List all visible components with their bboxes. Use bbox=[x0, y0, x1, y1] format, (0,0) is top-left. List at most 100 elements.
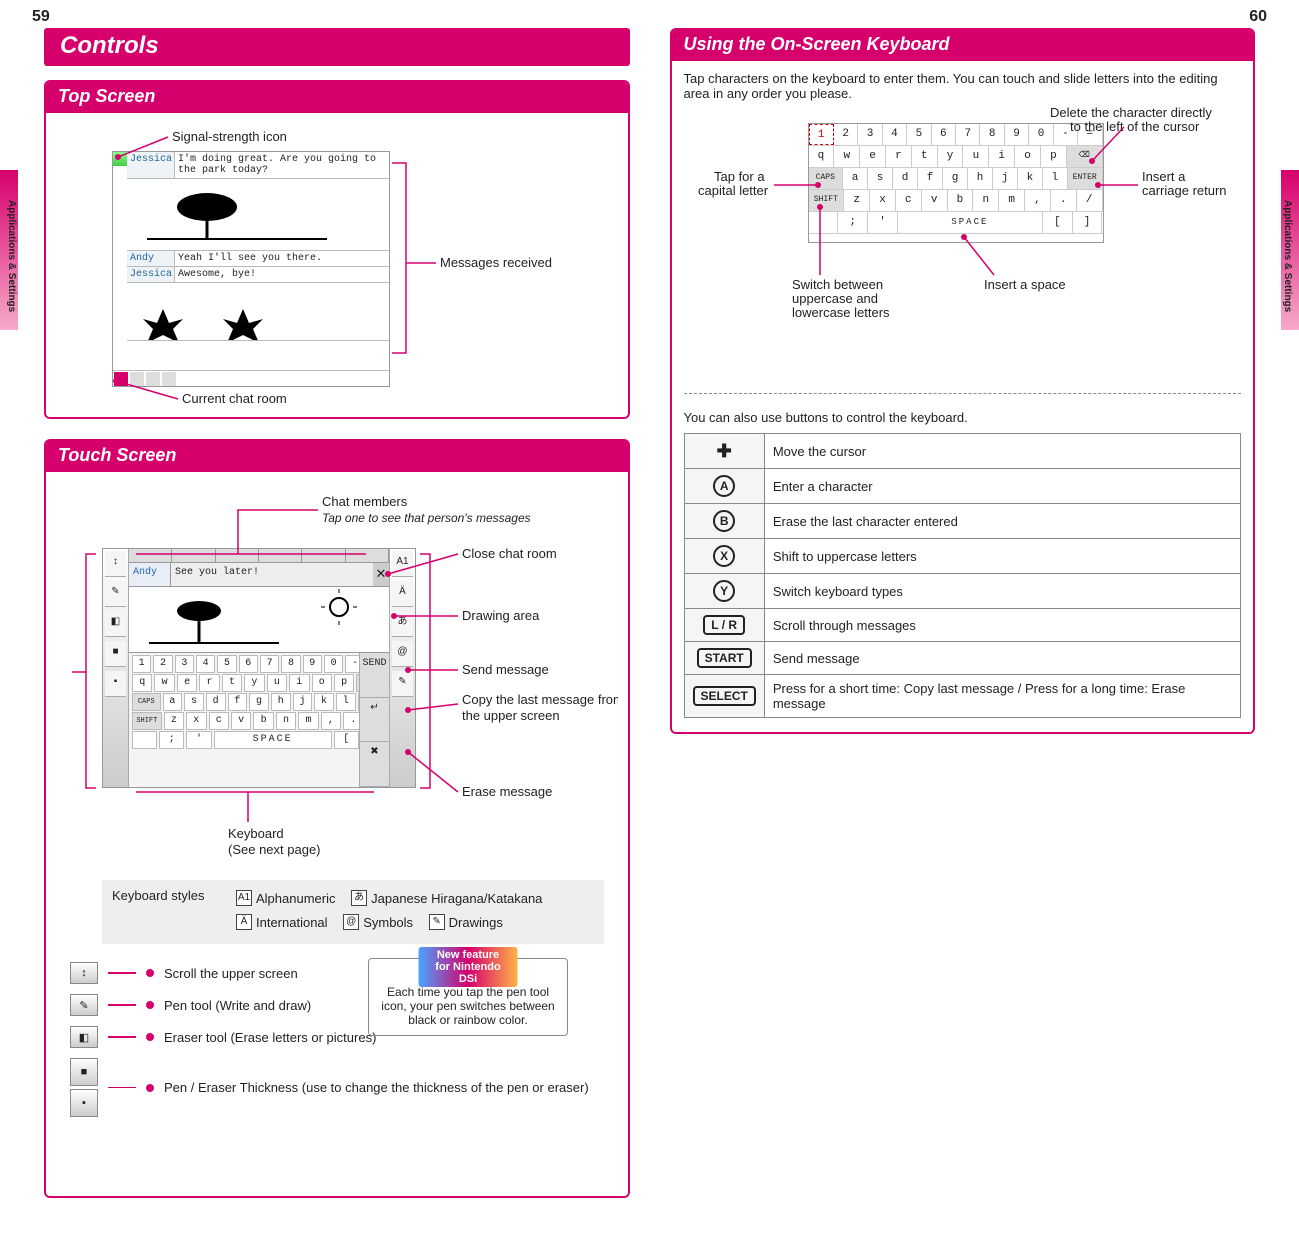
msg3-text: Awesome, bye! bbox=[175, 267, 389, 282]
dpad-icon: ✚ bbox=[713, 440, 735, 462]
osk-panel: Using the On-Screen Keyboard Tap charact… bbox=[670, 28, 1256, 734]
page-number-right: 60 bbox=[1249, 8, 1267, 26]
kbd-style-sym-icon: @ bbox=[392, 641, 413, 667]
button-controls-table: ✚ Move the cursor A Enter a characterBErase… bbox=[684, 433, 1242, 718]
style-draw-icon: ✎ bbox=[429, 914, 445, 930]
pen-tool-icon: ✎ bbox=[105, 581, 126, 607]
signal-label: Signal-strength icon bbox=[172, 129, 287, 144]
onscreen-keyboard: 1234567890-= qwertyuiop⌫ CAPSasdfghjklEN… bbox=[129, 653, 389, 787]
button-icon-cell: ✚ bbox=[684, 434, 764, 469]
button-action-label: Enter a character bbox=[764, 469, 1240, 504]
left-tool-strip: ↕ ✎ ◧ ■ ▪ bbox=[103, 549, 129, 787]
x-button-icon: X bbox=[713, 545, 735, 567]
style-jp: Japanese Hiragana/Katakana bbox=[371, 891, 542, 906]
style-alpha: Alphanumeric bbox=[256, 891, 336, 906]
eraser-tool-mini-icon: ◧ bbox=[70, 1026, 98, 1048]
chat-room-row bbox=[113, 370, 389, 386]
insert-return-1: Insert a bbox=[1142, 169, 1186, 184]
keyboard-label: Keyboard bbox=[228, 826, 284, 841]
table-row: X Shift to uppercase letters bbox=[684, 539, 1241, 574]
style-intl-icon: Ä bbox=[236, 914, 252, 930]
select-button-icon: SELECT bbox=[693, 686, 756, 706]
insert-return-2: carriage return bbox=[1142, 183, 1227, 198]
scroll-upper-label: Scroll the upper screen bbox=[164, 966, 298, 981]
pen-tool-label: Pen tool (Write and draw) bbox=[164, 998, 311, 1013]
new-feature-badge: New feature for Nintendo DSi bbox=[419, 947, 518, 987]
touch-screen-panel: Touch Screen ↕ ✎ ◧ ■ ▪ bbox=[44, 439, 630, 1198]
kbd-style-jp-icon: あ bbox=[392, 611, 413, 637]
style-intl: International bbox=[256, 915, 328, 930]
thickness-big-mini-icon: ■ bbox=[70, 1058, 98, 1086]
top-screen-panel: Top Screen Jessica I'm doing great. Are … bbox=[44, 80, 630, 419]
a-button-icon: A bbox=[713, 475, 735, 497]
page-number-left: 59 bbox=[32, 8, 50, 26]
drawing-area bbox=[129, 587, 389, 653]
scroll-tool-icon: ↕ bbox=[105, 551, 126, 577]
copy-button-icon: ↵ bbox=[360, 698, 389, 743]
chat-members-sub: Tap one to see that person's messages bbox=[322, 511, 531, 525]
close-room-icon: ✕ bbox=[373, 563, 389, 586]
insert-space-label: Insert a space bbox=[984, 277, 1066, 292]
switch-case-2: uppercase and bbox=[792, 291, 878, 306]
table-row: YSwitch keyboard types bbox=[684, 574, 1241, 609]
close-room-label: Close chat room bbox=[462, 546, 557, 561]
controls-heading: Controls bbox=[44, 28, 630, 66]
buttons-intro: You can also use buttons to control the … bbox=[684, 410, 1242, 425]
button-icon-cell: B bbox=[684, 504, 764, 539]
thickness-small-mini-icon: ▪ bbox=[70, 1089, 98, 1117]
button-action-label: Scroll through messages bbox=[764, 609, 1240, 642]
switch-case-1: Switch between bbox=[792, 277, 883, 292]
tap-caps-1: Tap for a bbox=[714, 169, 765, 184]
b-button-icon: B bbox=[713, 510, 735, 532]
copy-last-label: Copy the last message from the upper scr… bbox=[462, 692, 618, 707]
switch-case-3: lowercase letters bbox=[792, 305, 890, 320]
send-button: SEND bbox=[360, 653, 389, 698]
eraser-tool-label: Eraser tool (Erase letters or pictures) bbox=[164, 1030, 376, 1045]
table-row: BErase the last character entered bbox=[684, 504, 1241, 539]
msg2-name: Andy bbox=[127, 251, 175, 266]
thickness-label: Pen / Eraser Thickness (use to change th… bbox=[164, 1080, 589, 1095]
style-alpha-icon: A1 bbox=[236, 890, 252, 906]
msg2-text: Yeah I'll see you there. bbox=[175, 251, 389, 266]
button-action-label: Shift to uppercase letters bbox=[764, 539, 1240, 574]
osk-intro: Tap characters on the keyboard to enter … bbox=[684, 71, 1242, 101]
osk-header: Using the On-Screen Keyboard bbox=[672, 30, 1254, 61]
side-label-right: Applications & Settings bbox=[1282, 200, 1293, 312]
pen-tool-mini-icon: ✎ bbox=[70, 994, 98, 1016]
new-feature-box: New feature for Nintendo DSi Each time y… bbox=[368, 958, 568, 1036]
kbd-style-alpha-icon: A1 bbox=[392, 551, 413, 577]
divider bbox=[684, 393, 1242, 394]
style-sym: Symbols bbox=[363, 915, 413, 930]
osk-screenshot: 1234567890-= qwertyuiop⌫ CAPSasdfghjklEN… bbox=[808, 123, 1104, 243]
scroll-tool-mini-icon: ↕ bbox=[70, 962, 98, 984]
style-sym-icon: @ bbox=[343, 914, 359, 930]
touch-screen-screenshot: ↕ ✎ ◧ ■ ▪ Andy See you later! ✕ bbox=[102, 548, 416, 788]
thickness-big-icon: ■ bbox=[105, 641, 126, 667]
thickness-small-icon: ▪ bbox=[105, 671, 126, 697]
erase-message-label: Erase message bbox=[462, 784, 552, 799]
button-action-label: Switch keyboard types bbox=[764, 574, 1240, 609]
side-label-left: Applications & Settings bbox=[6, 200, 17, 312]
button-action-label: Press for a short time: Copy last messag… bbox=[764, 675, 1240, 718]
button-icon-cell: SELECT bbox=[684, 675, 764, 718]
table-row: A Enter a character bbox=[684, 469, 1241, 504]
button-action-label: Send message bbox=[764, 642, 1240, 675]
compose-name: Andy bbox=[129, 563, 171, 586]
member-tabs bbox=[129, 549, 389, 563]
msg3-name: Jessica bbox=[127, 267, 175, 282]
table-row: L / RScroll through messages bbox=[684, 609, 1241, 642]
kbd-styles-label: Keyboard styles bbox=[112, 888, 222, 903]
eraser-tool-icon: ◧ bbox=[105, 611, 126, 637]
msg1-drawing bbox=[127, 179, 389, 251]
keyboard-styles-box: Keyboard styles A1Alphanumeric あJapanese… bbox=[102, 880, 604, 944]
start-button-icon: START bbox=[697, 648, 752, 668]
touch-screen-header: Touch Screen bbox=[46, 441, 628, 472]
button-action-label: Move the cursor bbox=[764, 434, 1240, 469]
compose-text: See you later! bbox=[171, 563, 373, 586]
button-icon-cell: X bbox=[684, 539, 764, 574]
drawing-area-label: Drawing area bbox=[462, 608, 540, 623]
style-draw: Drawings bbox=[449, 915, 503, 930]
keyboard-sub: (See next page) bbox=[228, 842, 321, 857]
table-row: START Send message bbox=[684, 642, 1241, 675]
send-message-label: Send message bbox=[462, 662, 549, 677]
